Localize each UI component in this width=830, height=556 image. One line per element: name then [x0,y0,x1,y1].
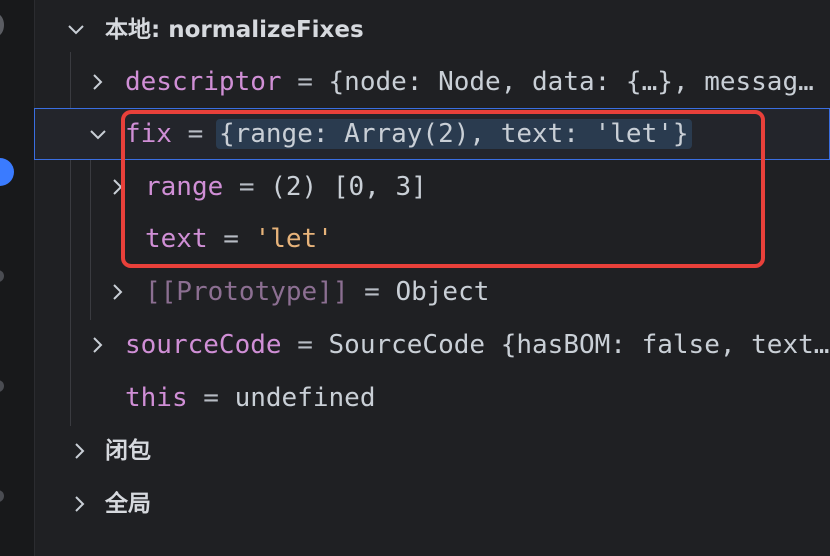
variable-name: descriptor [125,67,282,97]
equals-sign: = [171,119,219,149]
variable-fix[interactable]: fix = {range: Array(2), text: 'let'} [34,108,830,160]
variable-name: range [145,172,224,202]
equals-sign: = [223,172,271,202]
variable-text[interactable]: text = 'let' [35,213,830,265]
variable-value: (2) [0, 3] [270,172,427,202]
variable-sourcecode[interactable]: sourceCode = SourceCode {hasBOM: false, … [35,319,830,371]
equals-sign: = [281,67,329,97]
chevron-right-icon[interactable] [69,425,91,477]
scope-local-label: 本地: normalizeFixes [105,17,364,43]
equals-sign: = [207,224,255,254]
variable-value: {node: Node, data: {…}, messag… [328,67,814,97]
variable-fix-text: fix = {range: Array(2), text: 'let'} [125,109,692,159]
variable-value: SourceCode {hasBOM: false, text… [328,330,830,360]
variable-value: undefined [234,383,376,413]
variable-descriptor[interactable]: descriptor = {node: Node, data: {…}, mes… [35,56,830,108]
equals-sign: = [187,383,235,413]
variable-prototype[interactable]: [[Prototype]] = Object [35,266,830,318]
scope-local[interactable]: 本地: normalizeFixes [35,4,830,56]
chevron-right-icon[interactable] [69,478,91,530]
variable-value: Object [395,277,490,307]
variable-range-text: range = (2) [0, 3] [145,161,427,213]
variable-name: sourceCode [125,330,282,360]
activity-icon[interactable] [0,490,4,502]
variable-name: text [145,224,208,254]
variable-name: this [125,383,188,413]
variable-sourcecode-text: sourceCode = SourceCode {hasBOM: false, … [125,319,829,371]
variable-this[interactable]: this = undefined [35,372,830,424]
debug-badge-icon[interactable] [0,158,14,186]
variable-this-text: this = undefined [125,372,375,424]
chevron-right-icon[interactable] [87,319,109,371]
variable-text-text: text = 'let' [145,213,333,265]
variable-name: fix [125,119,172,149]
chevron-right-icon[interactable] [87,56,109,108]
chevron-down-icon[interactable] [65,4,87,56]
variable-name: [[Prototype]] [145,277,349,307]
chevron-right-icon[interactable] [107,161,129,213]
activity-bar [0,0,35,556]
chevron-down-icon[interactable] [87,109,109,159]
scope-closure[interactable]: 闭包 [35,425,830,477]
variables-panel: 本地: normalizeFixes descriptor = {node: N… [34,0,830,556]
variable-value-highlight: {range: Array(2), text: 'let'} [215,119,692,149]
activity-icon[interactable] [0,14,4,36]
variable-prototype-text: [[Prototype]] = Object [145,266,489,318]
equals-sign: = [281,330,329,360]
equals-sign: = [348,277,396,307]
variable-descriptor-text: descriptor = {node: Node, data: {…}, mes… [125,56,814,108]
activity-icon[interactable] [0,380,4,392]
variable-value: 'let' [254,224,333,254]
chevron-right-icon[interactable] [107,266,129,318]
variable-range[interactable]: range = (2) [0, 3] [35,161,830,213]
scope-global-label: 全局 [105,491,151,517]
scope-global[interactable]: 全局 [35,478,830,530]
activity-icon[interactable] [0,270,4,282]
scope-closure-label: 闭包 [105,438,151,464]
